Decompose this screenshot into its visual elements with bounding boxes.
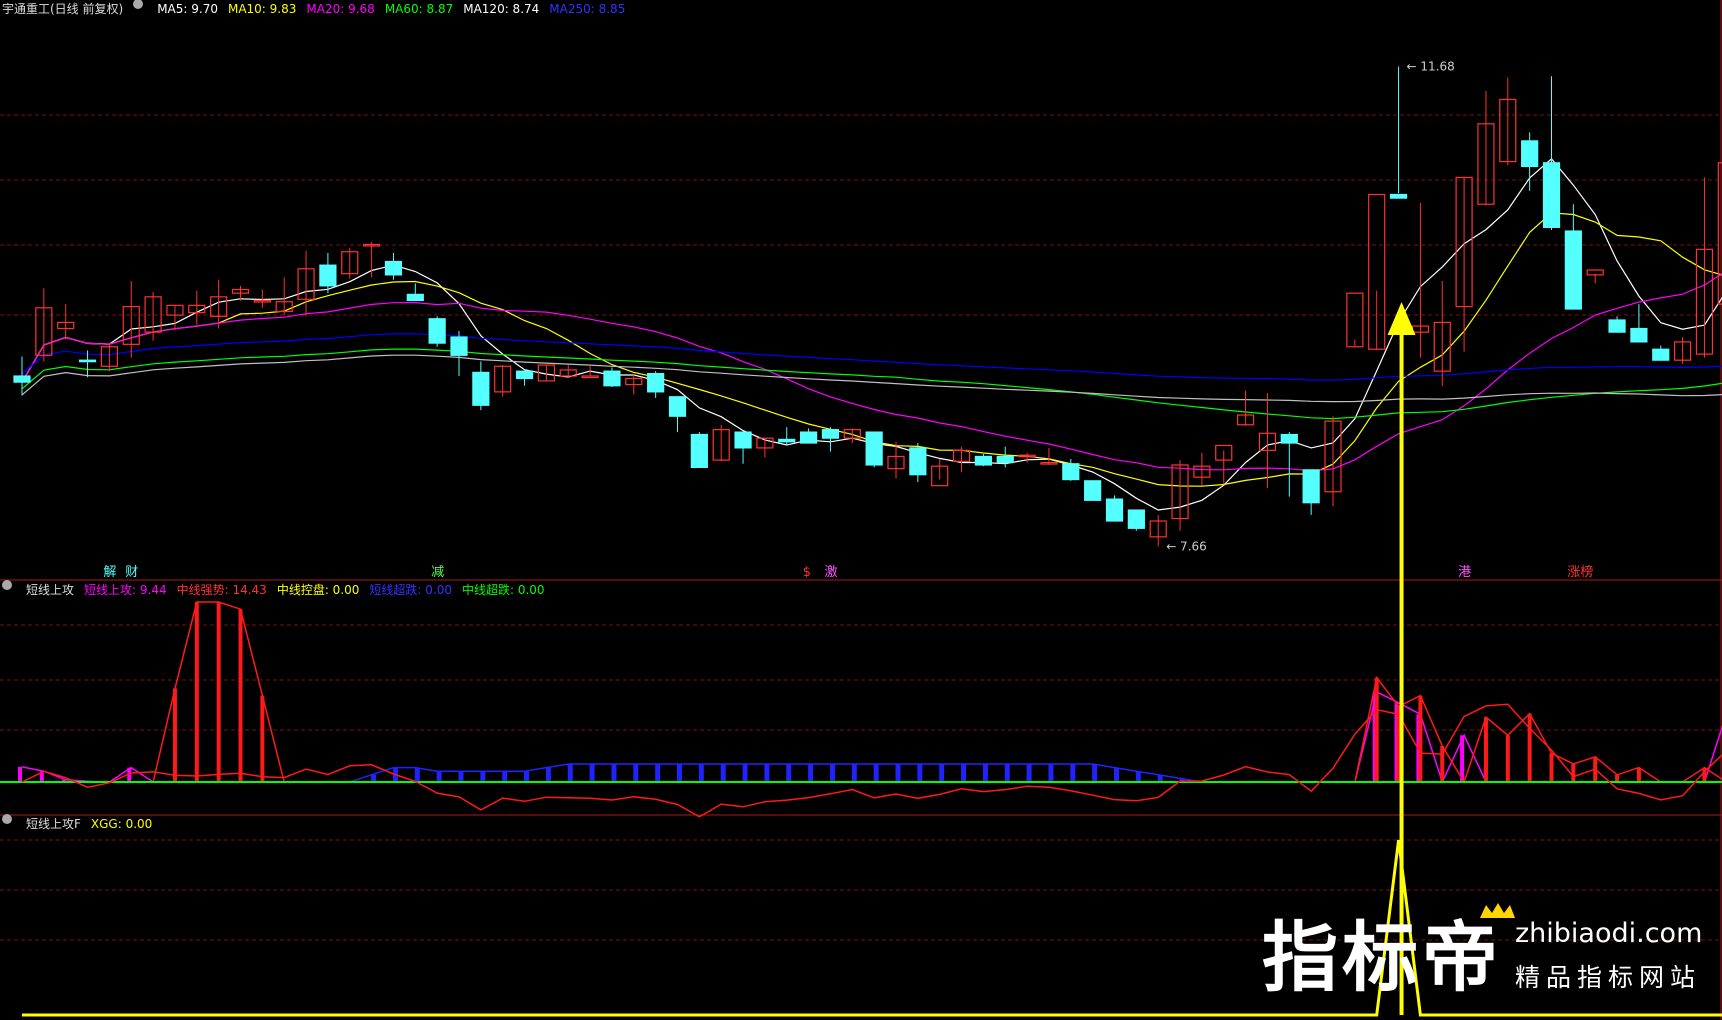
candle-down [909, 447, 927, 476]
main-legend-item: MA20: 9.68 [306, 2, 375, 16]
indicator1-line [21, 690, 1722, 785]
event-marker: 减 [431, 565, 444, 580]
candle-down [690, 433, 708, 469]
grid-lines [0, 0, 1722, 1020]
candle-down [1280, 433, 1298, 444]
candle-down [1062, 463, 1080, 481]
panel1-legend-item: 中线强势: 14.43 [176, 583, 267, 597]
event-marker: 港 [1458, 565, 1471, 580]
watermark-logo: 指标帝 [1262, 913, 1502, 1002]
high-price-label: ← 11.68 [1407, 60, 1455, 74]
panel2-legend: XGG: 0.00 [91, 815, 152, 833]
candle-down [996, 455, 1014, 464]
panel1-name: 短线上攻 [26, 583, 75, 597]
candle-down [778, 438, 796, 443]
candle-down [428, 318, 446, 344]
panel2-header: 短线上攻F XGG: 0.00 [0, 814, 152, 833]
main-legend-item: MA5: 9.70 [157, 2, 218, 16]
annotations: ← 11.68 ← 7.66 解财 减 $ 激 港 涨榜 [103, 60, 1593, 1015]
event-marker: $ [803, 565, 811, 580]
candle-down [821, 429, 840, 439]
candle-down [384, 260, 403, 276]
candle-down [603, 370, 621, 387]
candle-down [1608, 319, 1626, 333]
low-price-label: ← 7.66 [1166, 540, 1207, 554]
candle-down [865, 431, 883, 466]
indicator1-line [22, 601, 1722, 784]
candle-down [1127, 509, 1145, 529]
candle-down [1630, 327, 1648, 343]
panel2-settings-icon[interactable] [2, 814, 12, 824]
candle-down [668, 396, 687, 417]
candlesticks [13, 66, 1722, 547]
main-header: 宇通重工(日线 前复权) MA5: 9.70 MA10: 9.83 MA20: 9.… [0, 0, 625, 18]
panel1-legend: 短线上攻: 9.44 中线强势: 14.43 中线控盘: 0.00 短线超跌: 0.0… [84, 581, 545, 599]
signal-arrow-head [1387, 302, 1416, 335]
event-marker: 财 [125, 565, 138, 580]
panel1-header: 短线上攻 短线上攻: 9.44 中线强势: 14.43 中线控盘: 0.00 短线超跌… [0, 580, 545, 599]
watermark-url: zhibiaodi.com [1515, 918, 1703, 949]
candle-down [13, 375, 31, 383]
ma120-line [21, 354, 1722, 403]
candle-down [78, 359, 97, 363]
candle-down [799, 431, 818, 444]
candle-down [450, 336, 468, 356]
candle-down [406, 293, 424, 302]
ma60-line [21, 348, 1722, 420]
candle-down [1521, 140, 1539, 168]
panel1-settings-icon[interactable] [2, 580, 12, 590]
candle-down [1389, 193, 1408, 199]
candle-down [1564, 230, 1582, 310]
candle-down [472, 371, 490, 406]
candle-up [1346, 292, 1364, 348]
candle-down [1105, 498, 1124, 522]
main-legend-item: MA10: 9.83 [227, 2, 297, 16]
panel1-legend-item: 中线超跌: 0.00 [461, 583, 545, 597]
candle-down [1302, 469, 1320, 504]
stock-chart[interactable]: ← 11.68 ← 7.66 解财 减 $ 激 港 涨榜 [0, 0, 1722, 1020]
event-marker: 激 [824, 565, 837, 580]
stock-title: 宇通重工(日线 前复权) [2, 2, 124, 16]
candle-down [734, 431, 752, 449]
event-marker: 涨榜 [1567, 564, 1593, 580]
watermark-subtitle: 精品指标网站 [1515, 963, 1702, 992]
candle-down [647, 372, 665, 393]
candle-down [319, 264, 337, 287]
main-legend-item: MA250: 8.85 [549, 2, 626, 16]
indicator1-oscillator [21, 703, 1722, 818]
panel1-legend-item: 短线超跌: 0.00 [369, 583, 452, 597]
event-marker: 解 [103, 565, 116, 580]
main-legend-item: MA60: 8.87 [384, 2, 454, 16]
candle-down [515, 370, 534, 380]
candle-down [1542, 162, 1561, 228]
panel2-name: 短线上攻F [26, 817, 81, 831]
candle-down [1084, 480, 1102, 501]
candle-up [581, 375, 599, 379]
indicator1-bars [0, 601, 1722, 818]
ma-legend: MA5: 9.70 MA10: 9.83 MA20: 9.68 MA60: 8.87 M… [157, 0, 625, 18]
panel1-legend-item: 短线上攻: 9.44 [84, 583, 167, 597]
main-legend-item: MA120: 8.74 [463, 2, 540, 16]
candle-down [1652, 348, 1670, 361]
settings-circle-icon[interactable] [133, 0, 144, 9]
panel1-legend-item: 中线控盘: 0.00 [276, 583, 360, 597]
candle-down [974, 455, 993, 466]
panel2-legend-item: XGG: 0.00 [90, 817, 153, 831]
